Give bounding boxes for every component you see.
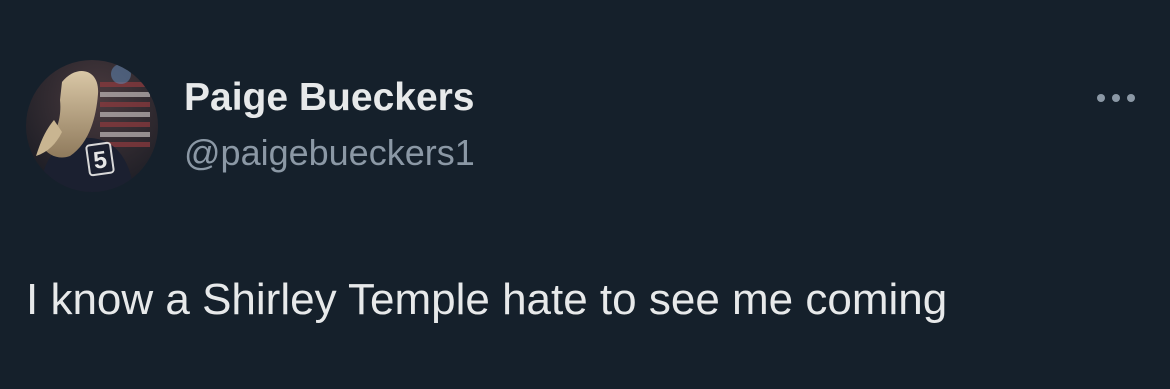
more-horizontal-icon	[1097, 94, 1135, 102]
author-handle[interactable]: @paigebueckers1	[184, 130, 475, 176]
avatar-photo: 5	[26, 60, 158, 192]
author-avatar[interactable]: 5	[26, 60, 158, 192]
more-options-button[interactable]	[1088, 80, 1144, 116]
author-display-name[interactable]: Paige Bueckers	[184, 74, 475, 122]
tweet-text: I know a Shirley Temple hate to see me c…	[26, 275, 948, 324]
tweet-card: 5 Paige Bueckers @paigebueckers1 I know …	[0, 0, 1170, 389]
